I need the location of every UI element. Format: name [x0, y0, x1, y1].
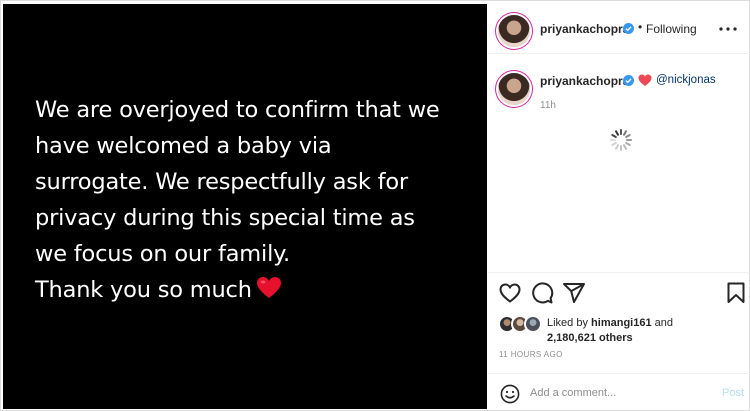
comment-input[interactable]: [530, 382, 710, 404]
post-header: priyankachopra • Following: [488, 4, 750, 54]
caption-time: 11h: [540, 100, 556, 111]
verified-badge-icon: [623, 75, 634, 86]
post-timestamp[interactable]: 11 HOURS AGO: [499, 350, 563, 359]
caption-avatar[interactable]: [498, 73, 530, 105]
post-text-thanks: Thank you so much: [35, 277, 252, 303]
smiley-icon[interactable]: [500, 384, 520, 404]
post-sidebar: priyankachopra • Following priyankachopr…: [488, 4, 750, 409]
loading-spinner-icon: [610, 129, 632, 151]
post-text-line-last: Thank you so much: [35, 272, 475, 308]
comment-form: Post: [488, 373, 750, 409]
liker-avatars: [498, 315, 548, 333]
post-text-line: surrogate. We respectfully ask for: [35, 169, 408, 195]
comment-icon[interactable]: [530, 281, 554, 305]
post-text-line: have welcomed a baby via: [35, 133, 332, 159]
liked-by-label: Liked by: [547, 317, 588, 329]
post-text-line: we focus on our family.: [35, 241, 290, 267]
bookmark-icon[interactable]: [724, 281, 748, 305]
following-button[interactable]: Following: [646, 22, 697, 36]
post-image[interactable]: We are overjoyed to confirm that we have…: [3, 4, 487, 409]
header-username[interactable]: priyankachopra: [540, 22, 629, 36]
likes-summary: Liked by himangi161 and 2,180,621 others: [498, 314, 748, 346]
post-image-text: We are overjoyed to confirm that we have…: [35, 92, 475, 308]
caption-username[interactable]: priyankachopra: [540, 74, 629, 88]
post-text-line: privacy during this special time as: [35, 205, 415, 231]
red-heart-icon: [638, 74, 652, 86]
and-label: and: [654, 317, 673, 329]
avatar[interactable]: [524, 315, 542, 333]
post-window: We are overjoyed to confirm that we have…: [0, 0, 750, 411]
share-icon[interactable]: [562, 281, 586, 305]
likes-count[interactable]: 2,180,621 others: [547, 332, 633, 344]
verified-badge-icon: [623, 23, 634, 34]
mention-link[interactable]: @nickjonas: [656, 74, 716, 86]
post-comment-button[interactable]: Post: [722, 387, 744, 399]
avatar[interactable]: [498, 15, 530, 47]
post-text-line: We are overjoyed to confirm that we: [35, 97, 440, 123]
separator-dot: •: [638, 20, 643, 34]
red-heart-emoji-icon: [256, 277, 281, 298]
likes-text: Liked by himangi161 and 2,180,621 others: [547, 316, 737, 346]
more-options-icon[interactable]: [714, 17, 742, 41]
liker-username[interactable]: himangi161: [591, 317, 652, 329]
action-bar: [488, 272, 750, 312]
heart-outline-icon[interactable]: [498, 281, 522, 305]
